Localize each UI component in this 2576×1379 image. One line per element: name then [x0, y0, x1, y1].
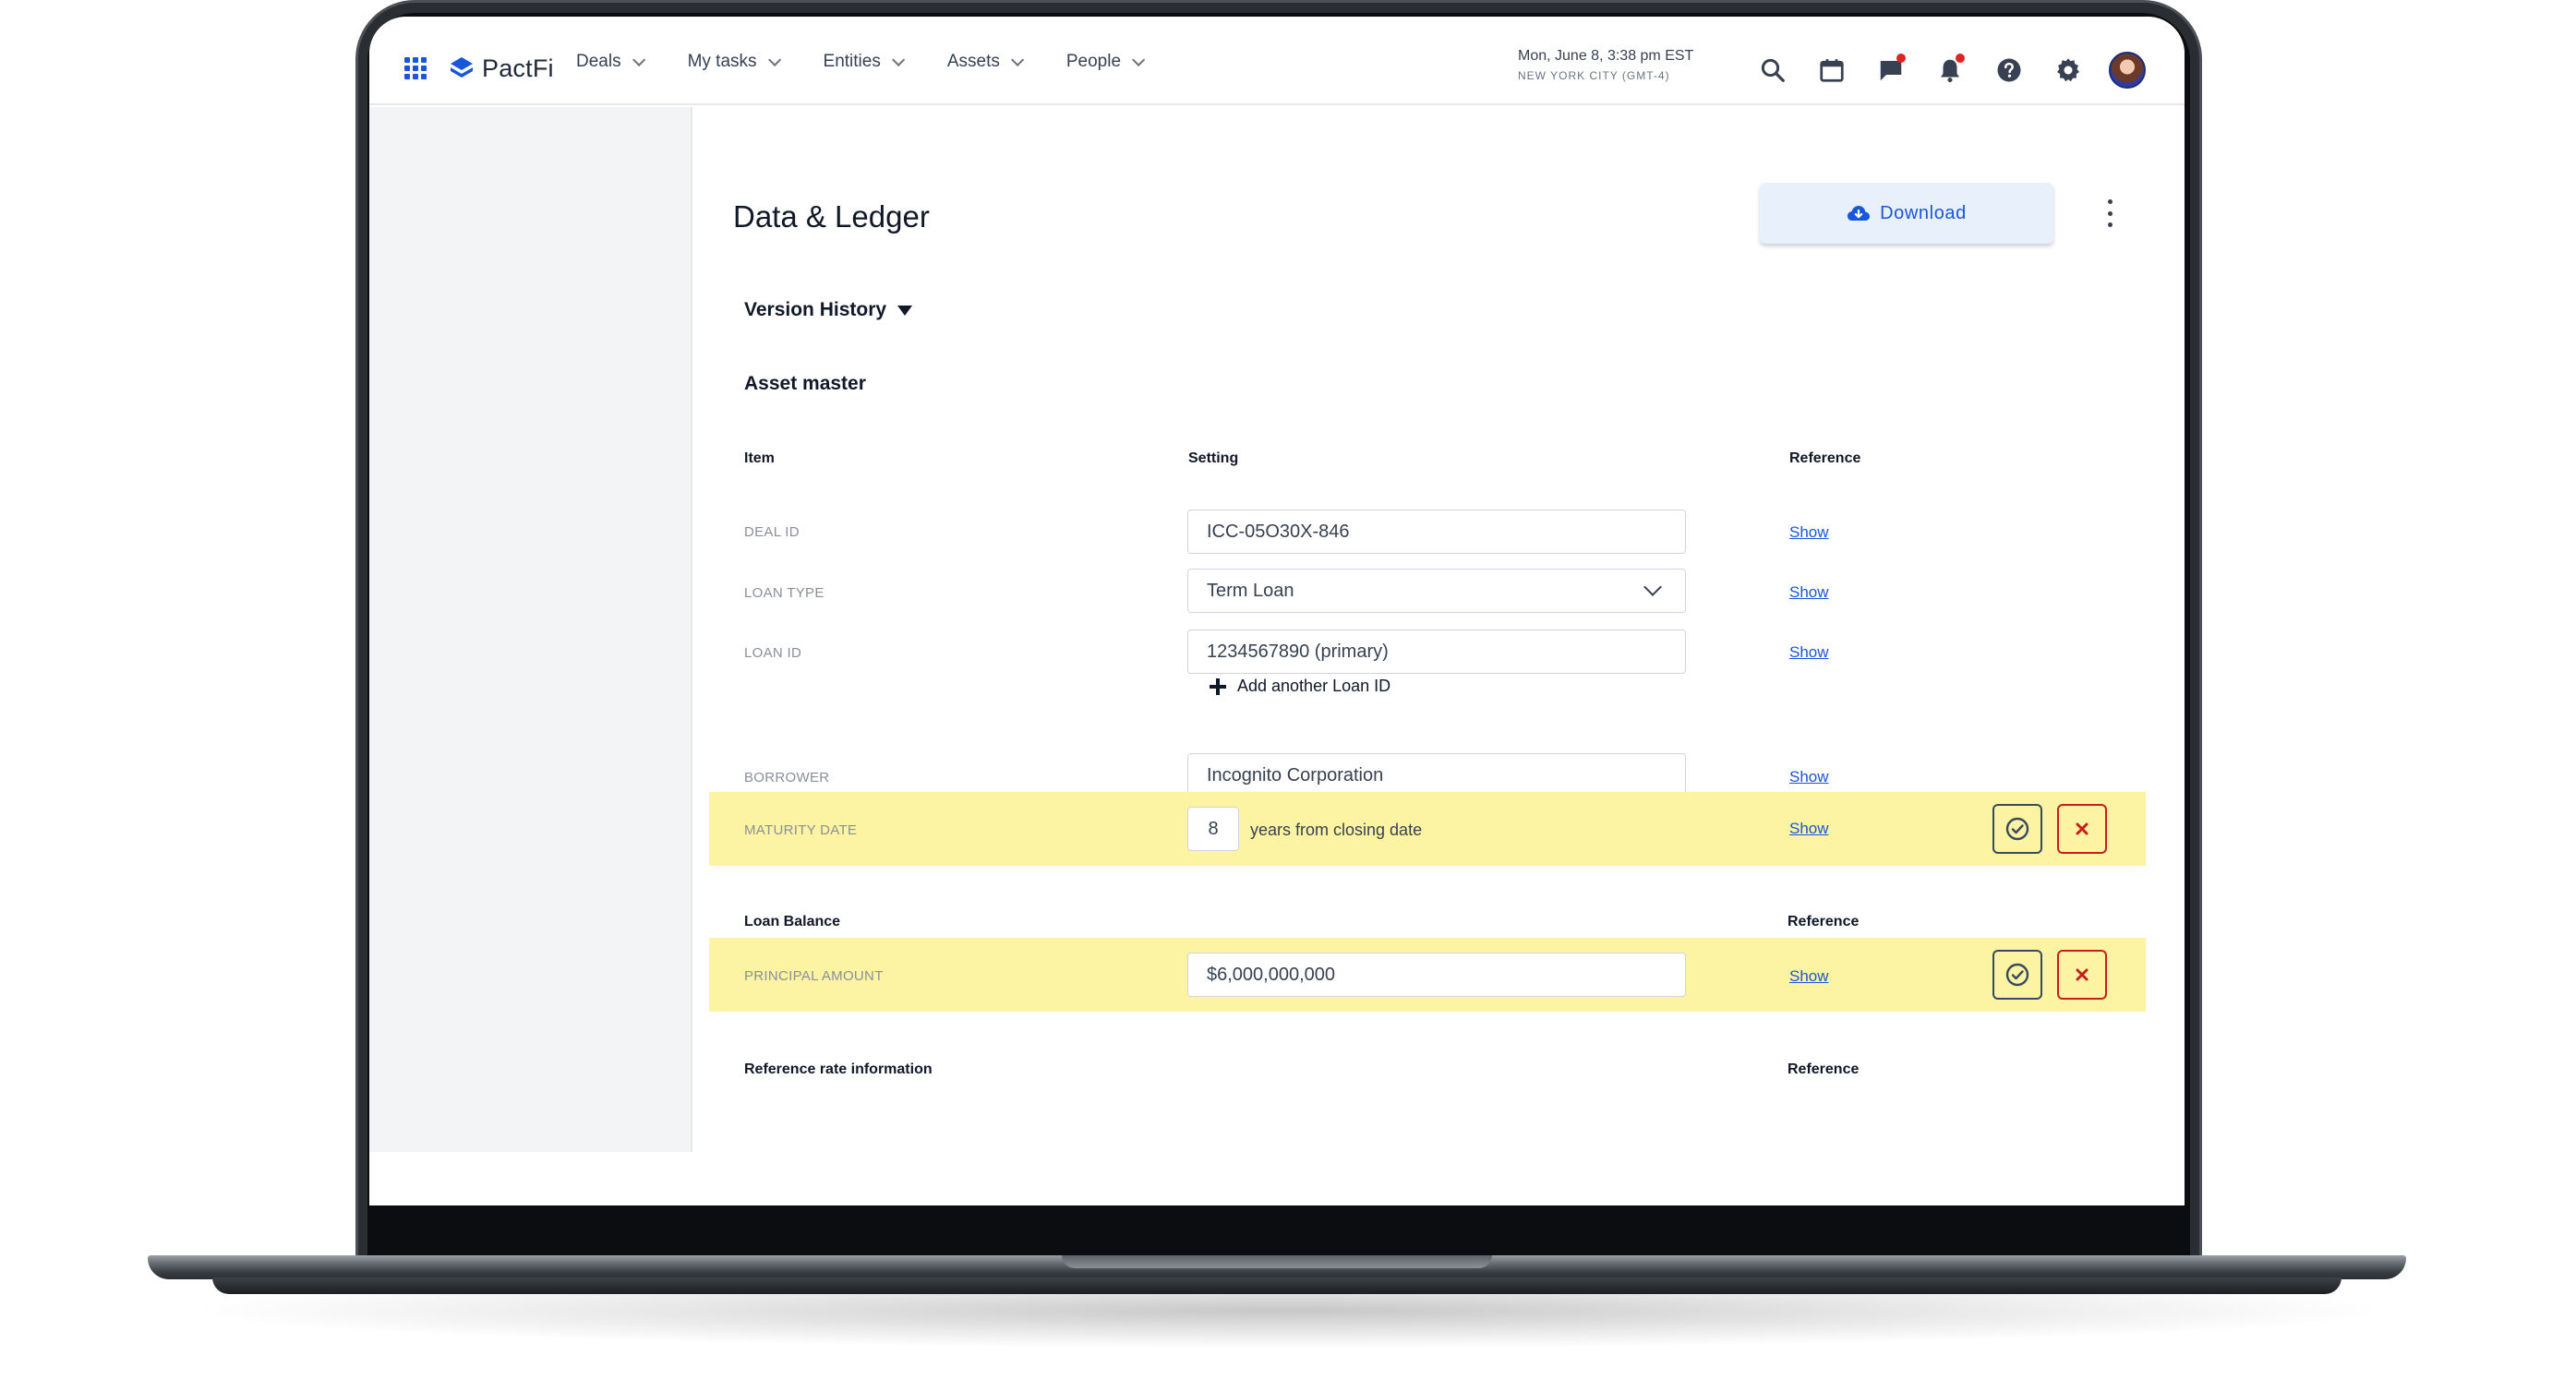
- loan-type-label: LOAN TYPE: [744, 585, 825, 601]
- check-circle-icon: [2005, 817, 2029, 841]
- loan-id-show-link[interactable]: Show: [1789, 643, 1829, 662]
- search-icon[interactable]: [1754, 52, 1791, 89]
- laptop-base-underside: [212, 1277, 2341, 1294]
- timezone-label: NEW YORK CITY (GMT-4): [1518, 69, 1670, 82]
- nav-assets-label: Assets: [946, 52, 1000, 71]
- column-header-setting: Setting: [1188, 450, 1239, 466]
- datetime-display: Mon, June 8, 3:38 pm EST NEW YORK CITY (…: [1518, 48, 1693, 82]
- plus-icon: [1210, 678, 1226, 695]
- add-loan-id-label: Add another Loan ID: [1237, 677, 1391, 695]
- loan-balance-title: Loan Balance: [744, 914, 841, 929]
- section-title-asset-master: Asset master: [744, 373, 866, 394]
- principal-amount-value: $6,000,000,000: [1207, 964, 1336, 985]
- loan-type-select[interactable]: Term Loan: [1187, 569, 1686, 613]
- maturity-reject-button[interactable]: [2057, 804, 2107, 854]
- column-header-reference: Reference: [1789, 450, 1861, 466]
- deal-id-value: ICC-05O30X-846: [1207, 521, 1350, 542]
- maturity-date-label: MATURITY DATE: [744, 822, 858, 838]
- chevron-down-icon: [767, 53, 781, 66]
- chat-icon[interactable]: [1872, 52, 1909, 89]
- deal-id-label: DEAL ID: [744, 524, 800, 540]
- principal-accept-button[interactable]: [1992, 950, 2042, 1000]
- page-title: Data & Ledger: [733, 199, 930, 234]
- borrower-field[interactable]: Incognito Corporation: [1187, 753, 1686, 797]
- help-icon[interactable]: [1991, 52, 2028, 89]
- add-loan-id-button[interactable]: Add another Loan ID: [1210, 677, 1390, 696]
- deal-id-show-link[interactable]: Show: [1789, 523, 1829, 542]
- borrower-show-link[interactable]: Show: [1789, 768, 1829, 786]
- reference-rate-title: Reference rate information: [744, 1061, 933, 1077]
- nav-entities[interactable]: Entities: [823, 52, 906, 72]
- bell-icon[interactable]: [1932, 52, 1968, 89]
- nav-people-label: People: [1065, 52, 1122, 71]
- download-button[interactable]: Download: [1760, 183, 2053, 244]
- chevron-down-icon: [1010, 53, 1025, 66]
- maturity-show-link[interactable]: Show: [1789, 820, 1829, 838]
- nav-people[interactable]: People: [1065, 52, 1146, 72]
- main-nav: Deals My tasks Entities Assets People: [576, 52, 1187, 72]
- loan-id-label: LOAN ID: [744, 645, 802, 661]
- datetime-main: Mon, June 8, 3:38 pm EST: [1518, 48, 1694, 64]
- nav-my-tasks-label: My tasks: [687, 52, 757, 71]
- loan-balance-reference-header: Reference: [1788, 914, 1860, 929]
- maturity-date-row-highlight: [709, 792, 2146, 866]
- more-options-icon[interactable]: [2105, 199, 2114, 227]
- close-icon: [2076, 822, 2088, 835]
- laptop-notch: [1062, 1255, 1492, 1268]
- check-circle-icon: [2005, 963, 2029, 987]
- cloud-download-icon: [1848, 206, 1871, 221]
- chat-notification-dot: [1896, 54, 1906, 63]
- gear-icon[interactable]: [2050, 52, 2087, 89]
- nav-my-tasks[interactable]: My tasks: [687, 52, 781, 72]
- apps-grid-icon[interactable]: [404, 57, 427, 79]
- maturity-years-value: 8: [1208, 818, 1219, 839]
- borrower-label: BORROWER: [744, 770, 830, 785]
- principal-amount-field[interactable]: $6,000,000,000: [1187, 953, 1686, 997]
- chevron-down-icon: [1643, 578, 1662, 596]
- toolbar-icons: [1754, 52, 2146, 89]
- bell-notification-dot: [1956, 54, 1965, 63]
- principal-reject-button[interactable]: [2057, 950, 2107, 1000]
- principal-show-link[interactable]: Show: [1789, 967, 1829, 986]
- principal-amount-label: PRINCIPAL AMOUNT: [744, 968, 884, 984]
- top-navbar: PactFi Deals My tasks Entities Assets Pe…: [369, 17, 2185, 105]
- screen: PactFi Deals My tasks Entities Assets Pe…: [369, 17, 2185, 1205]
- maturity-suffix-text: years from closing date: [1250, 821, 1423, 839]
- loan-id-field[interactable]: 1234567890 (primary): [1187, 630, 1686, 674]
- loan-type-show-link[interactable]: Show: [1789, 583, 1829, 602]
- loan-type-value: Term Loan: [1207, 580, 1294, 601]
- maturity-accept-button[interactable]: [1992, 804, 2042, 854]
- maturity-years-input[interactable]: 8: [1187, 807, 1239, 851]
- pactfi-logo-icon: [451, 57, 473, 78]
- nav-deals-label: Deals: [576, 52, 621, 71]
- calendar-icon[interactable]: [1813, 52, 1850, 89]
- nav-assets[interactable]: Assets: [946, 52, 1025, 72]
- download-label: Download: [1880, 202, 1967, 223]
- column-header-item: Item: [744, 450, 775, 466]
- reference-rate-reference-header: Reference: [1788, 1061, 1860, 1077]
- chevron-down-icon: [891, 53, 906, 66]
- nav-deals[interactable]: Deals: [576, 52, 645, 72]
- main-content: Data & Ledger Download Version History A…: [694, 107, 2185, 1205]
- brand-logo[interactable]: PactFi: [449, 52, 554, 85]
- version-history-toggle[interactable]: Version History: [744, 299, 913, 321]
- deal-id-field[interactable]: ICC-05O30X-846: [1187, 510, 1686, 554]
- chevron-down-icon: [1132, 53, 1146, 66]
- close-icon: [2076, 968, 2088, 981]
- loan-id-value: 1234567890 (primary): [1207, 641, 1389, 662]
- borrower-value: Incognito Corporation: [1207, 764, 1384, 785]
- nav-entities-label: Entities: [823, 52, 881, 71]
- version-history-label: Version History: [744, 299, 887, 320]
- triangle-down-icon: [897, 305, 913, 316]
- left-sidebar: [369, 107, 692, 1152]
- user-avatar[interactable]: [2109, 52, 2146, 89]
- brand-name: PactFi: [482, 54, 554, 82]
- chevron-down-icon: [632, 53, 645, 66]
